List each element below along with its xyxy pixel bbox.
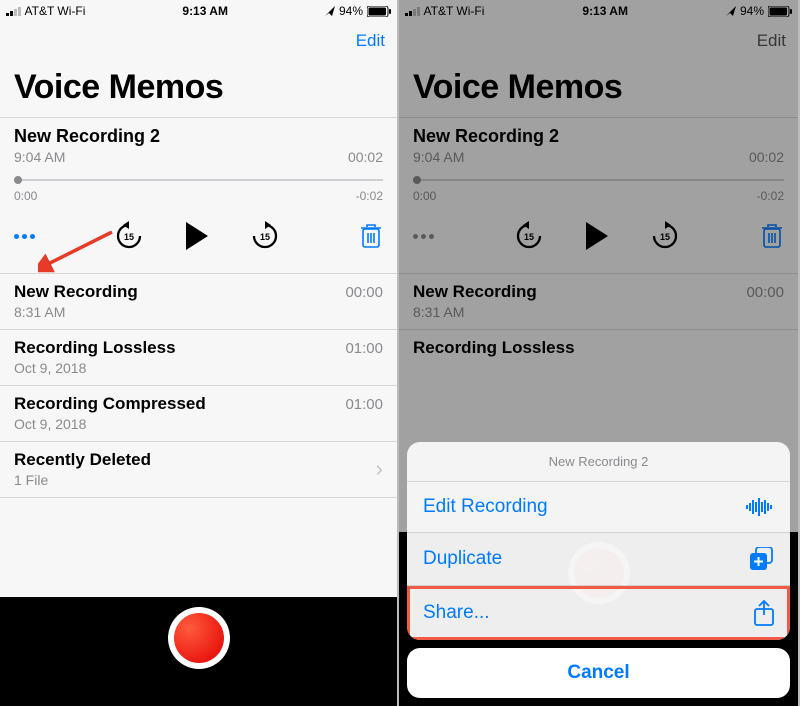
recently-deleted-sub: 1 File xyxy=(14,472,151,488)
recording-name: New Recording xyxy=(14,282,138,302)
status-time: 9:13 AM xyxy=(182,4,228,18)
chevron-right-icon: › xyxy=(376,456,383,482)
play-button[interactable] xyxy=(186,222,208,250)
expanded-time: 9:04 AM xyxy=(14,149,65,165)
record-bar xyxy=(0,597,397,706)
carrier-label: AT&T Wi-Fi xyxy=(25,4,86,18)
action-sheet-title: New Recording 2 xyxy=(407,442,790,481)
recording-duration: 00:00 xyxy=(345,284,383,301)
action-sheet-group: New Recording 2 Edit Recording Duplicate xyxy=(407,442,790,640)
recording-name: Recording Lossless xyxy=(14,338,176,358)
expanded-recording[interactable]: New Recording 2 9:04 AM 00:02 0:00 -0:02 xyxy=(0,118,397,203)
recording-subtitle: Oct 9, 2018 xyxy=(14,360,383,376)
cancel-action[interactable]: Cancel xyxy=(407,648,790,698)
battery-label: 94% xyxy=(339,4,363,18)
recording-duration: 01:00 xyxy=(345,396,383,413)
expanded-name: New Recording 2 xyxy=(14,126,160,147)
recently-deleted-row[interactable]: Recently Deleted 1 File › xyxy=(0,442,397,497)
scrubber[interactable] xyxy=(14,179,383,183)
battery-icon xyxy=(367,6,391,17)
edit-recording-label: Edit Recording xyxy=(423,496,548,518)
list-item[interactable]: New Recording 00:00 8:31 AM xyxy=(0,274,397,329)
recording-subtitle: 8:31 AM xyxy=(14,304,383,320)
screenshot-right: AT&T Wi-Fi 9:13 AM 94% Edit Voice Memos … xyxy=(399,0,798,706)
edit-button[interactable]: Edit xyxy=(356,31,385,51)
share-icon xyxy=(754,600,774,626)
svg-text:15: 15 xyxy=(124,232,134,242)
rewind-15-icon[interactable]: 15 xyxy=(114,221,144,251)
annotation-arrow xyxy=(38,231,118,273)
recording-duration: 01:00 xyxy=(345,340,383,357)
screenshot-left: AT&T Wi-Fi 9:13 AM 94% Edit Voice Memos … xyxy=(0,0,399,706)
duplicate-icon xyxy=(750,547,774,571)
list-item[interactable]: Recording Compressed 01:00 Oct 9, 2018 xyxy=(0,386,397,441)
recently-deleted-title: Recently Deleted xyxy=(14,450,151,470)
forward-15-icon[interactable]: 15 xyxy=(250,221,280,251)
duplicate-action[interactable]: Duplicate xyxy=(407,533,790,585)
status-left: AT&T Wi-Fi xyxy=(6,4,85,18)
scrub-end: -0:02 xyxy=(356,189,383,203)
more-options-button[interactable] xyxy=(14,234,35,239)
page-title: Voice Memos xyxy=(0,60,397,117)
expanded-duration: 00:02 xyxy=(348,149,383,165)
duplicate-label: Duplicate xyxy=(423,548,502,570)
action-sheet: New Recording 2 Edit Recording Duplicate xyxy=(407,442,790,698)
edit-recording-action[interactable]: Edit Recording xyxy=(407,482,790,532)
status-bar: AT&T Wi-Fi 9:13 AM 94% xyxy=(0,0,397,22)
status-right: 94% xyxy=(325,4,391,18)
record-button[interactable] xyxy=(168,607,230,669)
nav-bar: Edit xyxy=(0,22,397,60)
location-icon xyxy=(325,6,335,16)
playback-controls: 15 15 xyxy=(0,203,397,273)
waveform-icon xyxy=(746,498,774,516)
share-label: Share... xyxy=(423,602,490,624)
svg-text:15: 15 xyxy=(260,232,270,242)
trash-icon[interactable] xyxy=(359,222,383,250)
scrub-start: 0:00 xyxy=(14,189,37,203)
recording-name: Recording Compressed xyxy=(14,394,206,414)
recording-subtitle: Oct 9, 2018 xyxy=(14,416,383,432)
signal-icon xyxy=(6,6,21,16)
list-item[interactable]: Recording Lossless 01:00 Oct 9, 2018 xyxy=(0,330,397,385)
share-action[interactable]: Share... xyxy=(407,586,790,640)
